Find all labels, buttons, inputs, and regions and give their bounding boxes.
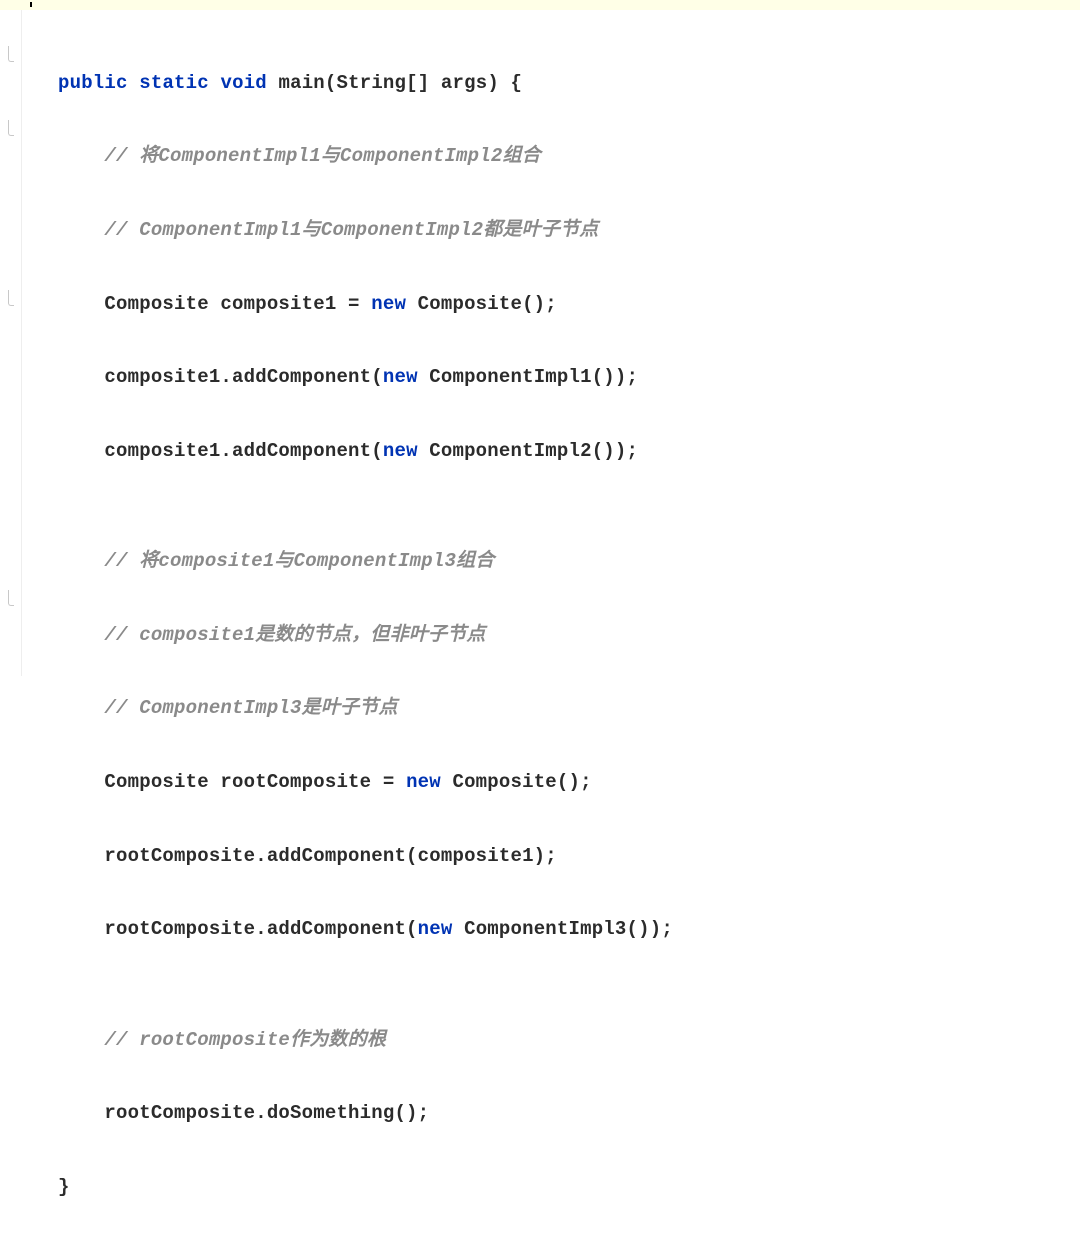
keyword-static: static: [139, 72, 209, 94]
code-comment: // 将composite1与ComponentImpl3组合: [58, 543, 673, 580]
fold-mark-icon: [8, 590, 14, 606]
code-comment: // composite1是数的节点，但非叶子节点: [58, 617, 673, 654]
keyword-new: new: [383, 366, 418, 388]
code-comment: // ComponentImpl3是叶子节点: [58, 690, 673, 727]
code-line: composite1.addComponent(new ComponentImp…: [58, 359, 673, 396]
text-cursor: [30, 2, 32, 7]
fold-mark-icon: [8, 46, 14, 62]
top-hint-bar: [0, 0, 1080, 10]
code-line: Composite composite1 = new Composite();: [58, 286, 673, 323]
method-signature: main(String[] args) {: [279, 72, 523, 94]
fold-mark-icon: [8, 120, 14, 136]
editor-gutter: [0, 10, 22, 676]
code-comment: // rootComposite作为数的根: [58, 1022, 673, 1059]
code-editor[interactable]: public static void main(String[] args) {…: [22, 10, 673, 1242]
code-line: rootComposite.addComponent(new Component…: [58, 911, 673, 948]
keyword-new: new: [383, 440, 418, 462]
keyword-void: void: [220, 72, 266, 94]
fold-mark-icon: [8, 290, 14, 306]
code-line: composite1.addComponent(new ComponentImp…: [58, 433, 673, 470]
code-line: Composite rootComposite = new Composite(…: [58, 764, 673, 801]
keyword-public: public: [58, 72, 128, 94]
code-comment: // 将ComponentImpl1与ComponentImpl2组合: [58, 138, 673, 175]
code-closing-brace: }: [58, 1169, 673, 1206]
keyword-new: new: [418, 918, 453, 940]
code-line: rootComposite.doSomething();: [58, 1095, 673, 1132]
code-line: rootComposite.addComponent(composite1);: [58, 838, 673, 875]
code-line: public static void main(String[] args) {: [58, 65, 673, 102]
keyword-new: new: [406, 771, 441, 793]
keyword-new: new: [371, 293, 406, 315]
code-comment: // ComponentImpl1与ComponentImpl2都是叶子节点: [58, 212, 673, 249]
